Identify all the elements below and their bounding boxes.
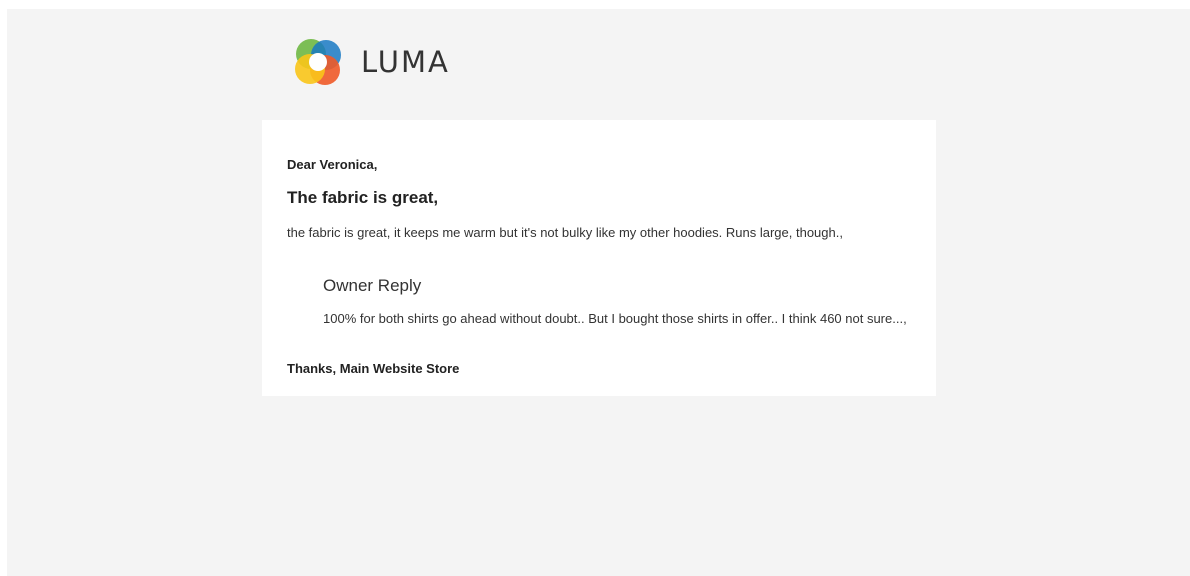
signoff: Thanks, Main Website Store: [287, 361, 460, 376]
email-card: Dear Veronica, The fabric is great, the …: [262, 120, 936, 396]
owner-reply-body: 100% for both shirts go ahead without do…: [323, 311, 907, 326]
email-header: LUMA: [289, 33, 450, 91]
owner-reply-title: Owner Reply: [323, 276, 422, 295]
luma-logo-icon: [295, 39, 341, 85]
review-body: the fabric is great, it keeps me warm bu…: [287, 225, 843, 240]
review-title: The fabric is great,: [287, 188, 439, 207]
email-background: LUMA Dear Veronica, The fabric is great,…: [7, 9, 1190, 576]
logo-text: LUMA: [361, 44, 450, 79]
greeting: Dear Veronica,: [287, 157, 378, 172]
